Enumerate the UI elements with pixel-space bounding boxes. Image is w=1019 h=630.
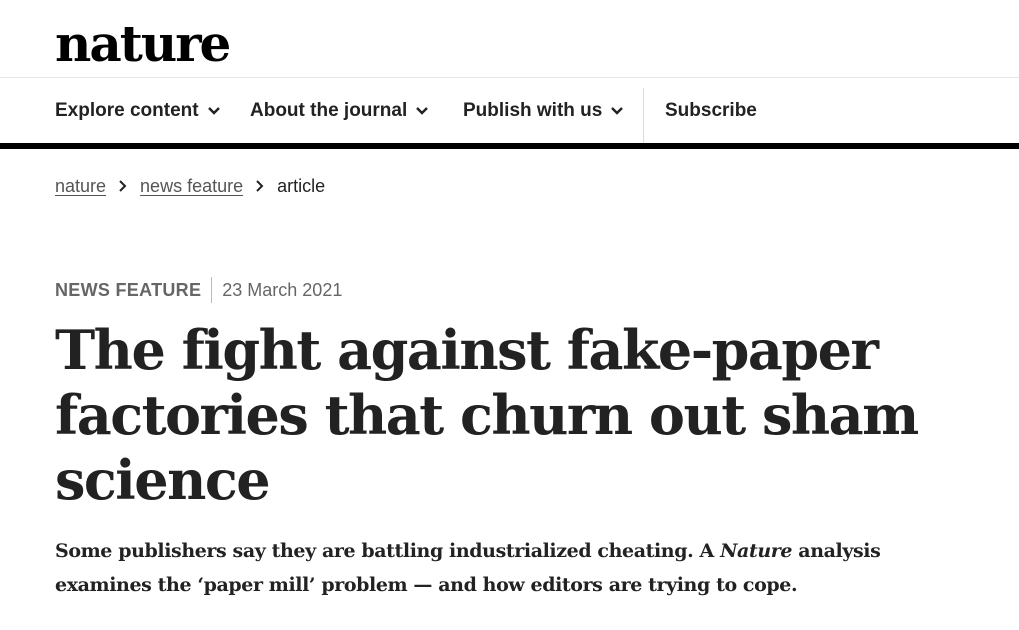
- standfirst-journal-name: Nature: [720, 540, 793, 562]
- standfirst-text: Some publishers say they are battling in…: [55, 540, 721, 562]
- breadcrumb-current: article: [277, 175, 326, 196]
- chevron-down-icon: [611, 107, 624, 115]
- article-date: 23 March 2021: [222, 279, 343, 300]
- nav-bottom-rule: [0, 143, 1019, 149]
- breadcrumb-link-news-feature[interactable]: news feature: [140, 176, 243, 197]
- nav-publish-with-us[interactable]: Publish with us: [463, 78, 624, 144]
- nav-item-label: Explore content: [55, 100, 199, 121]
- article-standfirst: Some publishers say they are battling in…: [55, 534, 955, 602]
- chevron-down-icon: [207, 107, 220, 115]
- nav-subscribe[interactable]: Subscribe: [665, 78, 757, 144]
- nav-about-the-journal[interactable]: About the journal: [250, 78, 429, 144]
- article-title: The fight against fake-paper factories t…: [55, 318, 919, 512]
- nav-explore-content[interactable]: Explore content: [55, 78, 221, 144]
- main-nav: Explore content About the journal Publis…: [0, 78, 1019, 144]
- nav-item-label: About the journal: [250, 100, 408, 121]
- nature-logo[interactable]: nature: [55, 14, 231, 74]
- article-meta: NEWS FEATURE 23 March 2021: [55, 276, 342, 304]
- meta-divider: [211, 277, 213, 303]
- breadcrumb: nature news feature article: [55, 173, 325, 199]
- nav-divider: [643, 88, 644, 144]
- chevron-down-icon: [416, 107, 429, 115]
- breadcrumb-link-nature[interactable]: nature: [55, 176, 106, 197]
- nav-item-label: Publish with us: [463, 100, 603, 121]
- nav-item-label: Subscribe: [665, 100, 757, 121]
- chevron-right-icon: [119, 180, 127, 192]
- chevron-right-icon: [256, 180, 264, 192]
- article-type: NEWS FEATURE: [55, 279, 202, 300]
